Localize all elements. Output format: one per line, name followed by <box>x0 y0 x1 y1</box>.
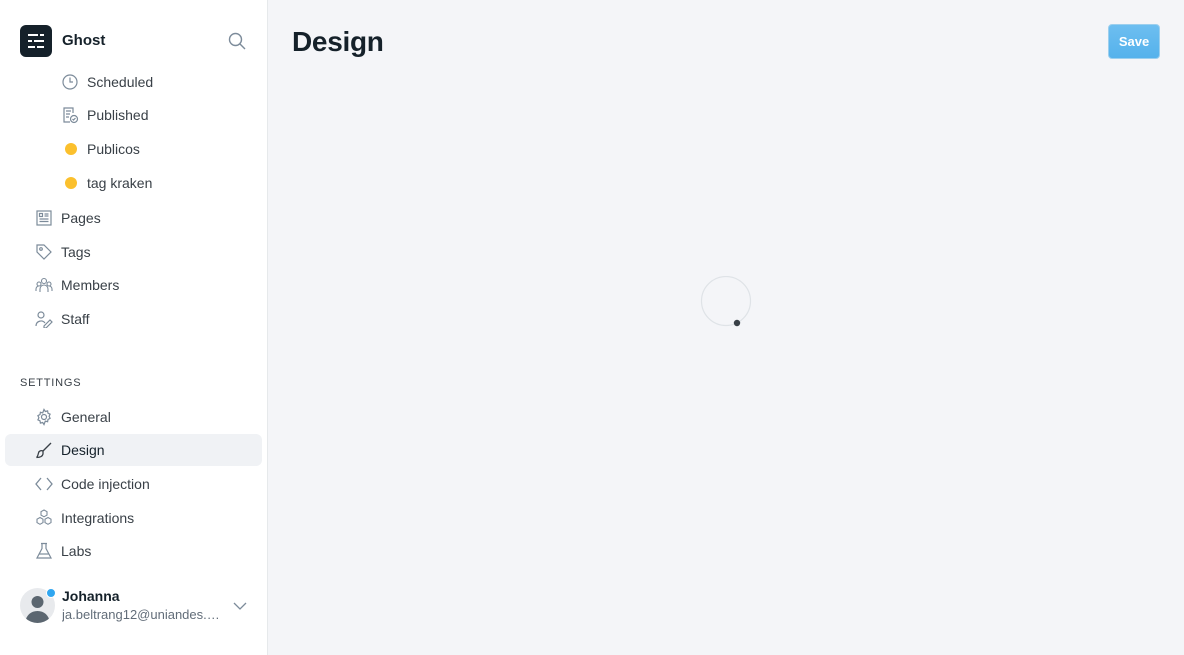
nav-label: Code injection <box>61 476 150 492</box>
nav-item-tags[interactable]: Tags <box>5 236 262 268</box>
user-menu[interactable]: Johanna ja.beltrang12@uniandes.e... <box>20 586 260 628</box>
brand[interactable]: Ghost <box>20 24 105 57</box>
chevron-down-icon[interactable] <box>232 598 248 614</box>
nav-item-integrations[interactable]: Integrations <box>5 502 262 534</box>
nav-label: General <box>61 409 111 425</box>
sidebar: Ghost Scheduled Published Publicos tag k… <box>0 0 268 655</box>
nav-label: Scheduled <box>87 74 154 90</box>
integrations-icon <box>35 509 53 527</box>
tag-dot-icon <box>65 143 77 155</box>
nav-label: Publicos <box>87 141 140 157</box>
settings-section-title: SETTINGS <box>20 377 82 389</box>
nav-item-code-injection[interactable]: Code injection <box>5 468 262 500</box>
nav-label: Tags <box>61 244 91 260</box>
nav-label: Members <box>61 277 120 293</box>
nav-label: Integrations <box>61 510 135 526</box>
nav-label: Design <box>61 442 105 458</box>
code-icon <box>35 475 53 493</box>
gear-icon <box>35 408 53 426</box>
main-content: Design Save <box>268 0 1184 655</box>
nav-label: Staff <box>61 311 90 327</box>
save-button[interactable]: Save <box>1108 24 1160 59</box>
nav-item-tag-publicos[interactable]: Publicos <box>5 133 262 165</box>
page-title: Design <box>292 26 384 57</box>
nav-label: Labs <box>61 543 92 559</box>
tag-dot-icon <box>65 177 77 189</box>
nav-item-members[interactable]: Members <box>5 269 262 301</box>
user-email: ja.beltrang12@uniandes.e... <box>62 607 222 622</box>
ghost-logo-icon <box>20 24 52 57</box>
tag-icon <box>35 243 53 261</box>
nav-item-staff[interactable]: Staff <box>5 303 262 335</box>
nav-label: tag kraken <box>87 175 153 191</box>
nav-label: Published <box>87 107 149 123</box>
nav-item-general[interactable]: General <box>5 401 262 433</box>
nav-item-pages[interactable]: Pages <box>5 202 262 234</box>
online-status-icon <box>46 588 56 598</box>
loading-spinner-icon <box>700 276 752 328</box>
user-name: Johanna <box>62 588 120 604</box>
members-icon <box>35 276 53 294</box>
staff-icon <box>35 310 53 328</box>
nav-item-tag-kraken[interactable]: tag kraken <box>5 167 262 199</box>
nav-item-published[interactable]: Published <box>5 99 262 131</box>
pages-icon <box>35 209 53 227</box>
clock-icon <box>61 73 79 91</box>
nav-label: Pages <box>61 210 101 226</box>
brand-name: Ghost <box>62 32 106 49</box>
nav-item-scheduled[interactable]: Scheduled <box>5 66 262 98</box>
search-icon[interactable] <box>227 31 247 51</box>
brush-icon <box>35 441 53 459</box>
nav-item-design[interactable]: Design <box>5 434 262 466</box>
published-icon <box>61 106 79 124</box>
flask-icon <box>35 542 53 560</box>
nav-item-labs[interactable]: Labs <box>5 535 262 567</box>
